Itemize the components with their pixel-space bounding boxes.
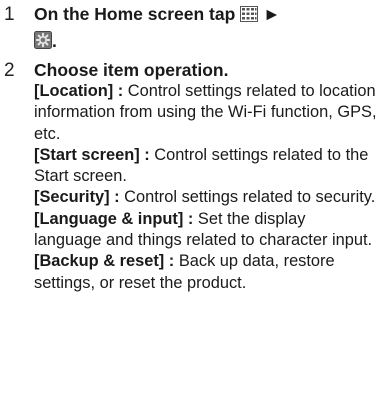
title-period: . (52, 31, 57, 51)
option-start-screen: [Start screen] : Control settings relate… (34, 145, 377, 188)
step-1: 1 On the Home screen tap ► . (0, 4, 379, 51)
option-location: [Location] : Control settings related to… (34, 81, 377, 145)
option-term: [Language & input] : (34, 209, 194, 228)
arrow-icon: ► (263, 4, 281, 24)
option-list: [Location] : Control settings related to… (34, 81, 377, 294)
settings-icon (34, 31, 52, 54)
step-title-text: On the Home screen tap (34, 4, 236, 24)
step-title: Choose item operation. (34, 60, 229, 80)
step-title-line-2: . (34, 31, 377, 54)
option-term: [Start screen] : (34, 145, 150, 164)
option-language-input: [Language & input] : Set the display lan… (34, 209, 377, 252)
step-body: Choose item operation. [Location] : Cont… (34, 60, 377, 294)
step-2: 2 Choose item operation. [Location] : Co… (0, 60, 379, 390)
option-term: [Security] : (34, 188, 120, 207)
option-term: [Backup & reset] : (34, 252, 175, 271)
app-grid-icon (240, 6, 259, 27)
option-term: [Location] : (34, 82, 124, 100)
step-number: 2 (4, 60, 15, 81)
step-number: 1 (4, 4, 15, 25)
step-body: On the Home screen tap ► . (34, 4, 377, 54)
option-security: [Security] : Control settings related to… (34, 187, 377, 208)
option-description: Control settings related to security. (119, 188, 376, 207)
option-backup-reset: [Backup & reset] : Back up data, restore… (34, 251, 377, 294)
step-title: On the Home screen tap ► (34, 4, 377, 27)
